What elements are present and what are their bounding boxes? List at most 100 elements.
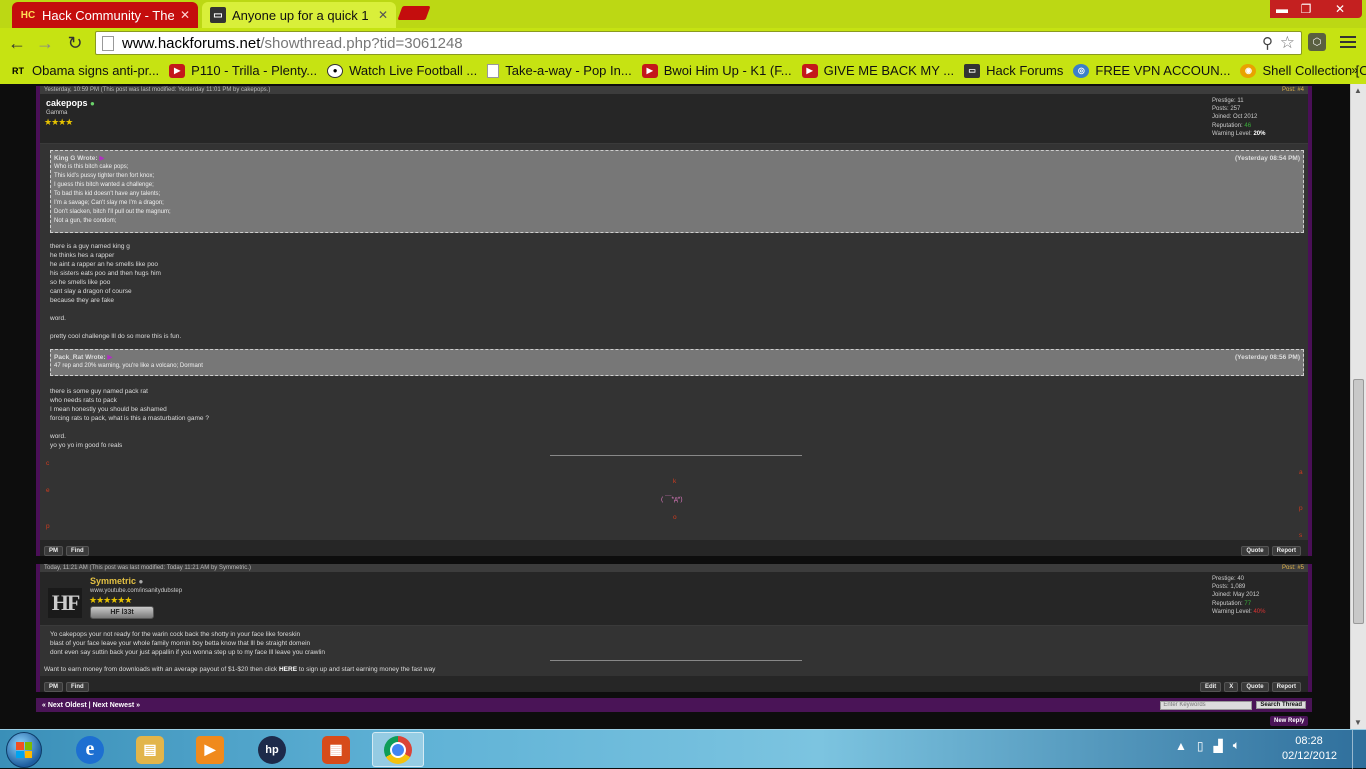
bookmark-item[interactable]: ▭ Hack Forums (964, 63, 1063, 78)
address-bar[interactable]: www.hackforums.net/showthread.php?tid=30… (95, 31, 1302, 55)
post-number[interactable]: Post: #5 (1282, 565, 1304, 571)
online-status-icon: ● (90, 99, 95, 108)
text-line: because they are fake (50, 297, 114, 304)
stat-reputation-label: Reputation: (1212, 122, 1243, 129)
taskbar-file-explorer[interactable]: ▤ (124, 732, 176, 767)
bookmark-star-icon[interactable]: ☆ (1280, 33, 1295, 53)
bookmark-item[interactable]: ◉Shell Collection [Ov... (1240, 63, 1366, 78)
taskbar-chrome[interactable] (372, 732, 424, 767)
text-line (50, 323, 181, 332)
quote-header: Pack_Rat Wrote: ▶ (Yesterday 08:56 PM) (54, 353, 1300, 362)
bookmark-item[interactable]: ▶ GIVE ME BACK MY ... (801, 63, 955, 78)
page-icon (102, 35, 114, 51)
bookmark-item[interactable]: ▶ Bwoi Him Up - K1 (F... (641, 63, 792, 78)
system-tray: ▲ ▯ ▟ 🔈︎ (1175, 738, 1240, 753)
stat-warning: Warning Level: 20% (1212, 130, 1302, 138)
signature-letter: a (1299, 469, 1303, 476)
bookmarks-overflow-icon[interactable]: » (1351, 63, 1358, 77)
report-button[interactable]: Report (1271, 546, 1301, 556)
clock-time: 08:28 (1295, 735, 1323, 747)
search-thread-button[interactable]: Search Thread (1256, 701, 1306, 709)
stat-reputation-value[interactable]: 46 (1244, 123, 1251, 129)
forward-arrow-icon[interactable]: → (34, 32, 56, 54)
maximize-button[interactable]: ❐ (1294, 0, 1318, 18)
stat-warning-value[interactable]: 40% (1253, 609, 1265, 615)
stat-reputation-value[interactable]: 77 (1244, 601, 1251, 607)
author-url[interactable]: www.youtube.com/insanitydubstep (90, 588, 182, 594)
volume-icon[interactable]: 🔈︎ (1233, 738, 1240, 753)
shell-icon: ◉ (1240, 63, 1257, 78)
tab-anyone-up[interactable]: ▭ Anyone up for a quick 1 v ✕ (202, 2, 396, 28)
author-name-text[interactable]: cakepops (46, 98, 88, 108)
next-oldest-newest-links[interactable]: « Next Oldest | Next Newest » (42, 702, 140, 709)
new-reply-button[interactable]: New Reply (1270, 716, 1309, 726)
post-number[interactable]: Post: #4 (1282, 87, 1304, 93)
stat-joined: Joined: Oct 2012 (1212, 114, 1258, 121)
minimize-button[interactable]: ▬ (1270, 0, 1294, 18)
scroll-down-arrow-icon[interactable]: ▼ (1354, 718, 1362, 727)
jump-arrow-icon[interactable]: ▶ (107, 354, 112, 361)
magnifier-icon[interactable]: ⚲ (1262, 34, 1273, 52)
jump-arrow-icon[interactable]: ▶ (99, 155, 104, 162)
bookmark-label: FREE VPN ACCOUN... (1095, 63, 1231, 78)
bookmark-item[interactable]: RT Obama signs anti-pr... (10, 63, 159, 78)
tab-strip: HC Hack Community - The B ✕ ▭ Anyone up … (0, 0, 1366, 28)
quote-button[interactable]: Quote (1241, 682, 1269, 692)
device-icon[interactable]: ▯ (1197, 739, 1204, 753)
bookmark-label: GIVE ME BACK MY ... (823, 63, 955, 78)
edit-button[interactable]: Edit (1199, 682, 1222, 692)
bookmark-item[interactable]: ◎ FREE VPN ACCOUN... (1073, 63, 1230, 78)
text-line: I'm a savage; Can't slay me I'm a dragon… (54, 200, 164, 206)
bookmark-item[interactable]: Take-a-way - Pop In... (487, 63, 632, 78)
author-name[interactable]: cakepops ● (46, 98, 95, 108)
new-tab-button[interactable] (397, 6, 431, 20)
text-line: I mean honestly you should be ashamed (50, 406, 167, 413)
author-name-text[interactable]: Symmetric (90, 576, 136, 586)
quote-lines: 47 rep and 20% warning, you're like a vo… (54, 362, 1300, 371)
scroll-up-arrow-icon[interactable]: ▲ (1354, 86, 1362, 95)
taskbar-hp-app[interactable]: hp (246, 732, 298, 767)
taskbar-media-player[interactable]: ▶ (184, 732, 236, 767)
scrollbar-thumb[interactable] (1353, 379, 1364, 624)
pm-button[interactable]: PM (44, 546, 63, 556)
delete-button[interactable]: X (1224, 682, 1239, 692)
quote-button[interactable]: Quote (1241, 546, 1269, 556)
keywords-input[interactable] (1160, 700, 1253, 710)
report-button[interactable]: Report (1271, 682, 1301, 692)
thread-navigation: « Next Oldest | Next Newest » Search Thr… (36, 698, 1312, 712)
text-line: yo yo yo im good fo reals (50, 442, 123, 449)
clock[interactable]: 08:28 02/12/2012 (1282, 734, 1337, 764)
text-line: Not a gun, the condom; (54, 218, 117, 224)
internet-explorer-icon: e (76, 735, 104, 764)
stat-warning-value[interactable]: 20% (1253, 131, 1265, 137)
pm-button[interactable]: PM (44, 682, 63, 692)
reload-icon[interactable]: ↻ (64, 32, 86, 54)
signature-link[interactable]: HERE (279, 666, 297, 673)
extension-icon[interactable]: ⬡ (1308, 33, 1326, 51)
text-line: cant slay a dragon of course (50, 288, 132, 295)
find-button[interactable]: Find (66, 546, 89, 556)
bookmark-label: Hack Forums (986, 63, 1064, 78)
signature-letter: p (46, 523, 50, 530)
author-name[interactable]: Symmetric ● (90, 576, 143, 586)
vertical-scrollbar[interactable]: ▲ ▼ (1350, 84, 1366, 729)
bookmark-item[interactable]: ● Watch Live Football ... (327, 63, 477, 78)
close-icon[interactable]: ✕ (180, 8, 190, 22)
tab-hack-community[interactable]: HC Hack Community - The B ✕ (12, 2, 198, 28)
show-desktop-button[interactable] (1352, 730, 1366, 769)
taskbar-app[interactable]: ▦ (310, 732, 362, 767)
taskbar-internet-explorer[interactable]: e (64, 732, 116, 767)
bookmark-item[interactable]: ▶ P110 - Trilla - Plenty... (169, 63, 317, 78)
laptop-icon: ▭ (210, 7, 226, 23)
start-button[interactable] (6, 732, 42, 768)
show-hidden-icons-icon[interactable]: ▲ (1175, 739, 1187, 753)
stat-warning-label: Warning Level: (1212, 608, 1252, 615)
back-arrow-icon[interactable]: ← (6, 32, 28, 54)
signal-icon[interactable]: ▟ (1214, 739, 1223, 753)
close-window-button[interactable]: ✕ (1318, 0, 1362, 18)
close-icon[interactable]: ✕ (378, 8, 388, 22)
menu-icon[interactable] (1338, 33, 1358, 51)
text-line: word. (50, 433, 66, 440)
find-button[interactable]: Find (66, 682, 89, 692)
post-header: Yesterday, 10:59 PM (This post was last … (40, 86, 1308, 94)
